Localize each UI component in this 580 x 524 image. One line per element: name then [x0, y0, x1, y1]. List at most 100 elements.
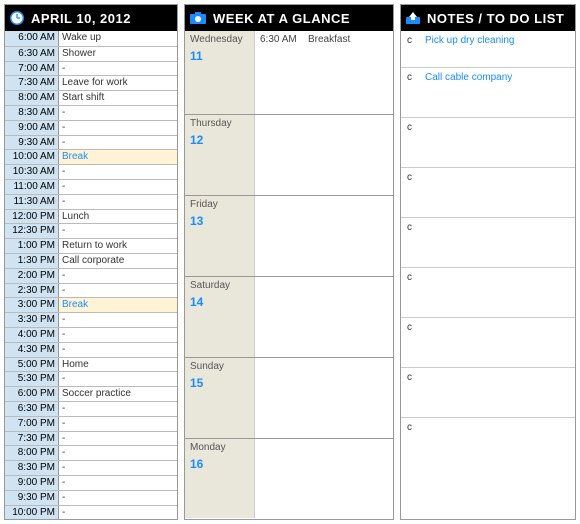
schedule-event[interactable]: -	[59, 491, 177, 505]
schedule-event[interactable]: -	[59, 269, 177, 283]
schedule-row[interactable]: 1:00 PMReturn to work	[5, 238, 177, 253]
schedule-event[interactable]: -	[59, 136, 177, 150]
schedule-row[interactable]: 10:30 AM-	[5, 164, 177, 179]
schedule-row[interactable]: 12:30 PM-	[5, 223, 177, 238]
schedule-row[interactable]: 3:00 PMBreak	[5, 297, 177, 312]
schedule-row[interactable]: 7:00 AM-	[5, 61, 177, 76]
note-checkbox[interactable]: c	[407, 122, 425, 163]
note-row[interactable]: c	[401, 317, 575, 367]
note-text[interactable]	[425, 372, 569, 413]
schedule-event[interactable]: -	[59, 224, 177, 238]
schedule-event[interactable]: -	[59, 62, 177, 76]
schedule-row[interactable]: 8:30 AM-	[5, 105, 177, 120]
schedule-event[interactable]: Shower	[59, 47, 177, 61]
schedule-event[interactable]: Home	[59, 358, 177, 372]
week-events[interactable]	[255, 439, 393, 518]
schedule-row[interactable]: 1:30 PMCall corporate	[5, 253, 177, 268]
note-checkbox[interactable]: c	[407, 172, 425, 213]
schedule-event[interactable]: -	[59, 417, 177, 431]
schedule-event[interactable]: -	[59, 106, 177, 120]
schedule-row[interactable]: 5:30 PM-	[5, 371, 177, 386]
note-text[interactable]: Pick up dry cleaning	[425, 35, 569, 63]
note-text[interactable]: Call cable company	[425, 72, 569, 113]
schedule-event[interactable]: -	[59, 195, 177, 209]
schedule-row[interactable]: 6:30 PM-	[5, 401, 177, 416]
note-text[interactable]	[425, 422, 569, 463]
schedule-row[interactable]: 12:00 PMLunch	[5, 209, 177, 224]
schedule-event[interactable]: Return to work	[59, 239, 177, 253]
schedule-event[interactable]: Break	[59, 298, 177, 312]
note-text[interactable]	[425, 322, 569, 363]
schedule-event[interactable]: Break	[59, 150, 177, 164]
week-events[interactable]	[255, 277, 393, 357]
schedule-row[interactable]: 9:00 PM-	[5, 475, 177, 490]
schedule-row[interactable]: 11:00 AM-	[5, 179, 177, 194]
schedule-event[interactable]: Lunch	[59, 210, 177, 224]
schedule-row[interactable]: 7:30 AMLeave for work	[5, 75, 177, 90]
week-day[interactable]: Monday16	[185, 438, 393, 518]
note-row[interactable]: c	[401, 117, 575, 167]
schedule-event[interactable]: -	[59, 372, 177, 386]
note-checkbox[interactable]: c	[407, 222, 425, 263]
schedule-row[interactable]: 8:30 PM-	[5, 460, 177, 475]
schedule-event[interactable]: -	[59, 446, 177, 460]
note-text[interactable]	[425, 272, 569, 313]
schedule-row[interactable]: 7:00 PM-	[5, 416, 177, 431]
schedule-row[interactable]: 5:00 PMHome	[5, 357, 177, 372]
note-checkbox[interactable]: c	[407, 372, 425, 413]
note-text[interactable]	[425, 172, 569, 213]
schedule-row[interactable]: 6:00 AMWake up	[5, 31, 177, 46]
note-row[interactable]: c	[401, 167, 575, 217]
schedule-event[interactable]: -	[59, 343, 177, 357]
schedule-event[interactable]: -	[59, 313, 177, 327]
schedule-row[interactable]: 4:00 PM-	[5, 327, 177, 342]
schedule-event[interactable]: -	[59, 121, 177, 135]
schedule-row[interactable]: 8:00 PM-	[5, 445, 177, 460]
schedule-event[interactable]: -	[59, 506, 177, 520]
note-checkbox[interactable]: c	[407, 322, 425, 363]
week-events[interactable]	[255, 358, 393, 438]
schedule-event[interactable]: -	[59, 476, 177, 490]
schedule-event[interactable]: -	[59, 461, 177, 475]
schedule-row[interactable]: 4:30 PM-	[5, 342, 177, 357]
week-events[interactable]: 6:30 AMBreakfast	[255, 31, 393, 114]
note-row[interactable]: c	[401, 267, 575, 317]
schedule-row[interactable]: 10:00 PM-	[5, 505, 177, 520]
schedule-row[interactable]: 9:00 AM-	[5, 120, 177, 135]
schedule-row[interactable]: 6:00 PMSoccer practice	[5, 386, 177, 401]
note-checkbox[interactable]: c	[407, 35, 425, 63]
schedule-row[interactable]: 3:30 PM-	[5, 312, 177, 327]
note-row[interactable]: c	[401, 367, 575, 417]
week-day[interactable]: Thursday12	[185, 114, 393, 195]
schedule-row[interactable]: 7:30 PM-	[5, 431, 177, 446]
schedule-event[interactable]: Leave for work	[59, 76, 177, 90]
schedule-event[interactable]: Call corporate	[59, 254, 177, 268]
note-text[interactable]	[425, 222, 569, 263]
note-row[interactable]: c	[401, 417, 575, 467]
note-row[interactable]: cCall cable company	[401, 67, 575, 117]
schedule-row[interactable]: 2:00 PM-	[5, 268, 177, 283]
schedule-event[interactable]: -	[59, 328, 177, 342]
schedule-row[interactable]: 8:00 AMStart shift	[5, 90, 177, 105]
note-checkbox[interactable]: c	[407, 422, 425, 463]
week-day[interactable]: Sunday15	[185, 357, 393, 438]
schedule-row[interactable]: 10:00 AMBreak	[5, 149, 177, 164]
schedule-event[interactable]: -	[59, 284, 177, 298]
schedule-event[interactable]: -	[59, 432, 177, 446]
schedule-event[interactable]: -	[59, 180, 177, 194]
note-checkbox[interactable]: c	[407, 272, 425, 313]
schedule-row[interactable]: 9:30 AM-	[5, 135, 177, 150]
note-text[interactable]	[425, 122, 569, 163]
week-day[interactable]: Wednesday116:30 AMBreakfast	[185, 31, 393, 114]
schedule-event[interactable]: Start shift	[59, 91, 177, 105]
note-checkbox[interactable]: c	[407, 72, 425, 113]
schedule-row[interactable]: 11:30 AM-	[5, 194, 177, 209]
week-events[interactable]	[255, 196, 393, 276]
note-row[interactable]: cPick up dry cleaning	[401, 31, 575, 67]
schedule-event[interactable]: -	[59, 165, 177, 179]
schedule-row[interactable]: 9:30 PM-	[5, 490, 177, 505]
week-events[interactable]	[255, 115, 393, 195]
schedule-event[interactable]: -	[59, 402, 177, 416]
schedule-event[interactable]: Wake up	[59, 31, 177, 46]
note-row[interactable]: c	[401, 217, 575, 267]
